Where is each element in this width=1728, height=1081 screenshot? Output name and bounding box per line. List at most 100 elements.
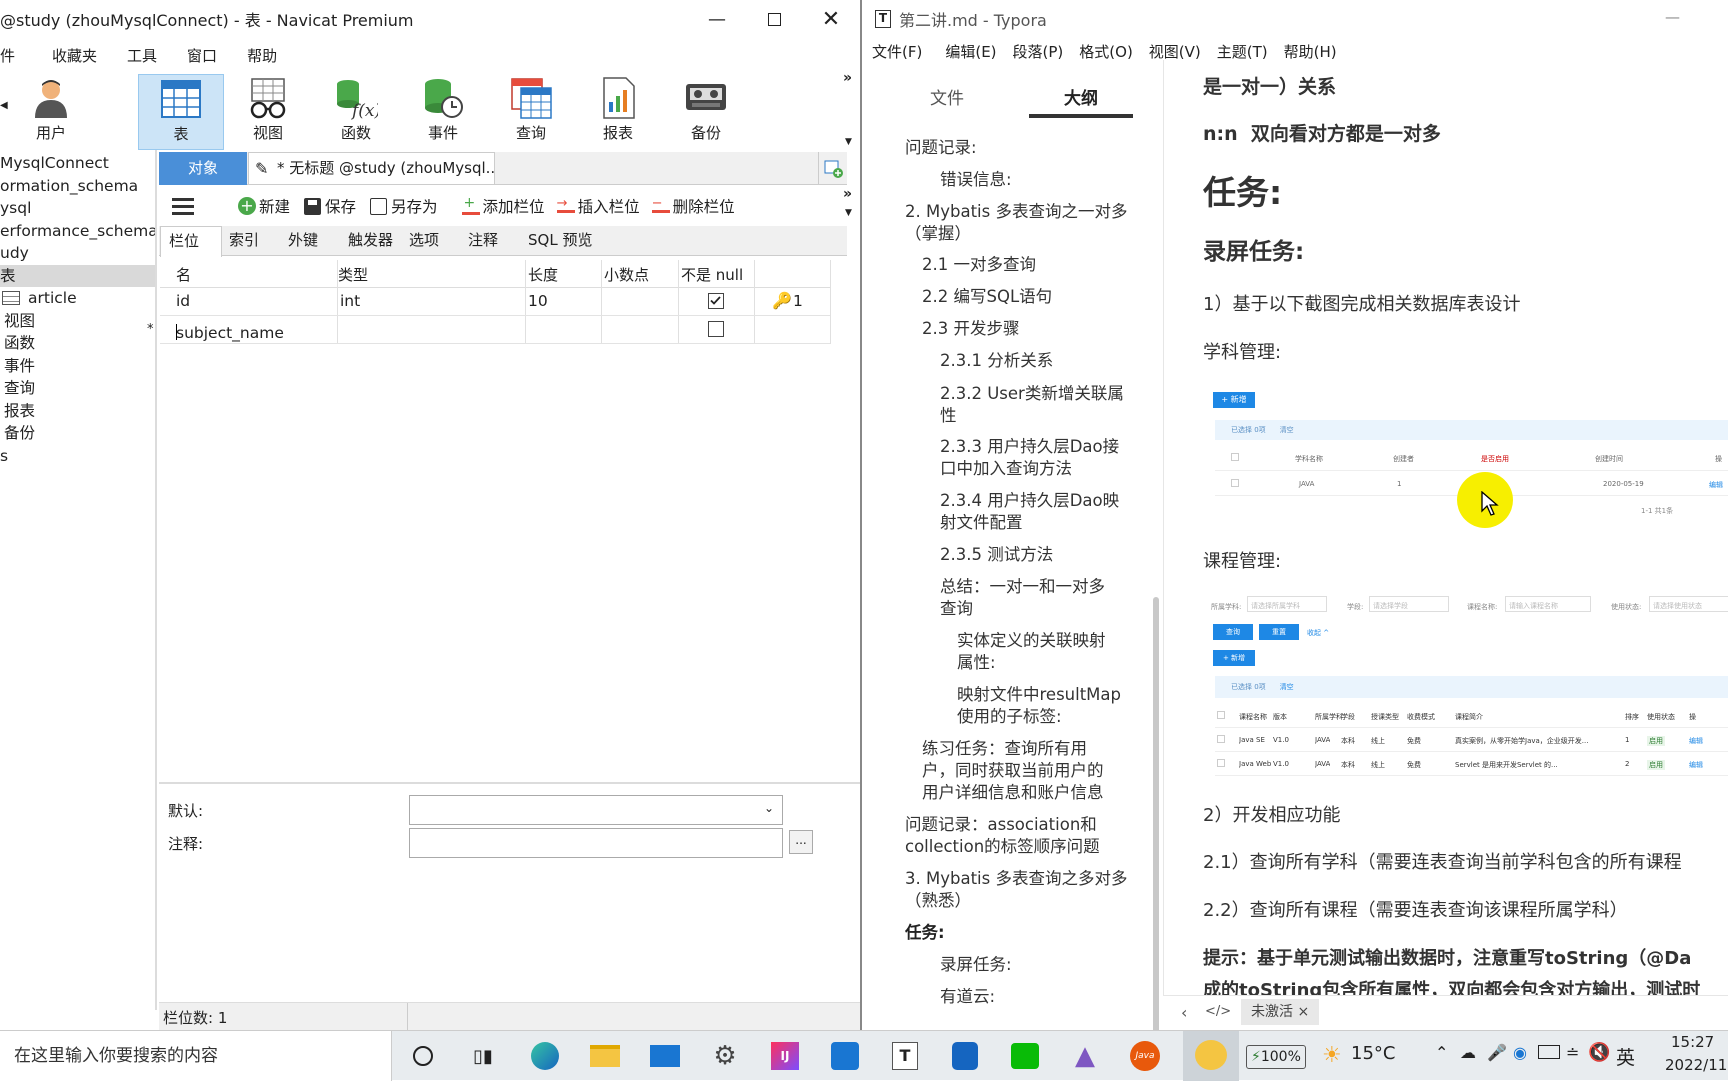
feishu-app-icon[interactable] — [828, 1039, 862, 1073]
toolbar-scroll-down-icon[interactable]: ▼ — [845, 137, 852, 147]
mail-icon[interactable] — [648, 1039, 682, 1073]
tree-db-performance-schema[interactable]: erformance_schema — [0, 220, 155, 243]
col-header-length[interactable]: 长度 — [528, 264, 558, 285]
task-view-icon[interactable]: ▯▮ — [466, 1039, 500, 1073]
table-row[interactable]: id int 10 🔑 1 — [160, 288, 830, 316]
java-app-icon[interactable]: Java — [1128, 1039, 1162, 1073]
outline-item[interactable]: 户，同时获取当前用户的 — [922, 760, 1104, 782]
save-as-button[interactable]: 另存为 — [370, 195, 438, 217]
ime-language-indicator[interactable]: 英 — [1616, 1043, 1635, 1070]
weather-temperature[interactable]: 15°C — [1351, 1043, 1395, 1064]
save-button[interactable]: 保存 — [304, 195, 356, 217]
document-area[interactable]: 是一对一）关系 n:n 双向看对方都是一对多 任务: 录屏任务: 1）基于以下截… — [1165, 60, 1728, 995]
outline-item[interactable]: 查询 — [940, 598, 973, 620]
edge-browser-icon[interactable] — [528, 1039, 562, 1073]
outline-item[interactable]: 问题记录：association和 — [905, 814, 1097, 836]
outline-item[interactable]: 射文件配置 — [940, 512, 1023, 534]
outline-item[interactable]: 2.3.3 用户持久层Dao接 — [940, 436, 1119, 458]
outline-item[interactable]: 2.2 编写SQL语句 — [922, 286, 1052, 308]
props-splitter[interactable] — [159, 782, 860, 784]
outline-item[interactable]: 加入关系的方法 — [935, 126, 1051, 130]
sidebar-tab-files[interactable]: 文件 — [930, 84, 964, 109]
toolbar-view-button[interactable]: 视图 — [225, 74, 311, 150]
tree-db-study[interactable]: udy — [0, 242, 155, 265]
typora-menu-view[interactable]: 视图(V) — [1141, 41, 1209, 62]
outline-item[interactable]: （掌握） — [905, 223, 971, 245]
typora-menu-help[interactable]: 帮助(H) — [1276, 41, 1345, 62]
outline-item[interactable]: 问题记录: — [905, 137, 977, 159]
outline-scrollbar[interactable] — [1153, 597, 1159, 1030]
battery-indicator[interactable]: ⚡100% — [1246, 1045, 1306, 1069]
toolbar-table-button[interactable]: 表 — [138, 74, 224, 150]
toolbar-user-button[interactable]: 用户 — [8, 74, 94, 150]
menu-file[interactable]: 件 — [0, 45, 30, 66]
col-header-not-null[interactable]: 不是 null — [681, 264, 743, 285]
designer-scroll-down-icon[interactable]: ▼ — [845, 208, 852, 218]
typora-menu-file[interactable]: 文件(F) — [865, 41, 937, 62]
typora-taskbar-icon[interactable]: T — [888, 1039, 922, 1073]
menu-tools[interactable]: 工具 — [112, 45, 172, 66]
menu-help[interactable]: 帮助 — [232, 45, 292, 66]
close-button[interactable]: ✕ — [802, 0, 860, 38]
toolbar-query-button[interactable]: 查询 — [488, 74, 574, 150]
toolbar-more-icon[interactable]: » — [843, 70, 852, 86]
insert-field-button[interactable]: → 插入栏位 — [556, 195, 640, 217]
outline-item[interactable]: 2.3.4 用户持久层Dao映 — [940, 490, 1119, 512]
intellij-idea-icon[interactable]: IJ — [768, 1039, 802, 1073]
hamburger-menu-icon[interactable] — [172, 196, 194, 216]
file-explorer-icon[interactable] — [588, 1039, 622, 1073]
taskbar-search-box[interactable]: 在这里输入你要搜索的内容 — [0, 1031, 392, 1081]
typora-menu-edit[interactable]: 编辑(E) — [937, 41, 1004, 62]
outline-item[interactable]: 任务: — [905, 922, 945, 944]
field-name-cell[interactable]: id — [176, 292, 190, 310]
microphone-icon[interactable]: 🎤 — [1487, 1043, 1507, 1062]
outline-item[interactable]: 2.3.5 测试方法 — [940, 544, 1053, 566]
typora-minimize-button[interactable]: — — [1665, 8, 1680, 26]
outline-item[interactable]: 3. Mybatis 多表查询之多对多 — [905, 868, 1127, 890]
subtab-triggers[interactable]: 触发器 — [348, 226, 393, 254]
source-code-icon[interactable]: </> — [1205, 1004, 1231, 1019]
dictionary-app-icon[interactable] — [948, 1039, 982, 1073]
subtab-fields[interactable]: 栏位 — [160, 226, 222, 257]
unactivated-tag[interactable]: 未激活 × — [1241, 999, 1320, 1025]
tree-db-mysql[interactable]: ysql — [0, 197, 155, 220]
navicat-taskbar-button[interactable] — [1183, 1031, 1239, 1081]
outline-item[interactable]: 口中加入查询方法 — [940, 458, 1072, 480]
new-button[interactable]: + 新建 — [238, 195, 290, 217]
tree-views-node[interactable]: 视图 — [0, 310, 155, 333]
field-type-cell[interactable]: int — [340, 292, 360, 310]
tree-table-article[interactable]: article — [0, 287, 155, 310]
maximize-button[interactable] — [745, 0, 803, 38]
tree-db-information-schema[interactable]: ormation_schema — [0, 175, 155, 198]
wifi-icon[interactable]: ≐ — [1566, 1043, 1579, 1062]
tree-connection[interactable]: MysqlConnect — [0, 152, 155, 175]
outline-item[interactable]: 使用的子标签: — [957, 706, 1062, 728]
clock-date[interactable]: 2022/11 — [1665, 1056, 1727, 1074]
clock-time[interactable]: 15:27 — [1671, 1033, 1714, 1051]
toolbar-report-button[interactable]: 报表 — [575, 74, 661, 150]
typora-menu-paragraph[interactable]: 段落(P) — [1005, 41, 1072, 62]
cortana-circle-icon[interactable] — [406, 1039, 440, 1073]
outline-item[interactable]: （熟悉） — [905, 890, 971, 912]
toolbar-left-arrow-icon[interactable]: ◀ — [0, 100, 8, 111]
volume-muted-icon[interactable]: 🔇 — [1588, 1042, 1610, 1063]
outline-item[interactable]: 练习任务：查询所有用 — [922, 738, 1087, 760]
table-row[interactable]: * subject_name — [147, 316, 830, 344]
back-chevron-icon[interactable]: ‹ — [1181, 1003, 1187, 1022]
typora-menu-format[interactable]: 格式(O) — [1071, 41, 1141, 62]
outline-item[interactable]: 2.1 一对多查询 — [922, 254, 1036, 276]
tree-tables-node[interactable]: 表 — [0, 264, 155, 287]
outline-item[interactable]: 属性: — [957, 652, 996, 674]
subtab-comment[interactable]: 注释 — [468, 226, 498, 254]
add-field-button[interactable]: + 添加栏位 — [461, 195, 545, 217]
cloud-icon[interactable]: ☁ — [1460, 1043, 1476, 1062]
toolbar-event-button[interactable]: 事件 — [400, 74, 486, 150]
close-icon[interactable]: × — [1297, 1004, 1309, 1020]
comment-input[interactable] — [409, 828, 783, 858]
tab-table-designer[interactable]: ✎ * 无标题 @study (zhouMysql... — [248, 152, 495, 185]
field-length-cell[interactable]: 10 — [528, 292, 548, 310]
designer-more-icon[interactable]: » — [843, 186, 852, 202]
col-header-type[interactable]: 类型 — [338, 264, 368, 285]
tree-backups-node[interactable]: 备份 — [0, 422, 155, 445]
outline-item[interactable]: 错误信息: — [940, 169, 1012, 191]
